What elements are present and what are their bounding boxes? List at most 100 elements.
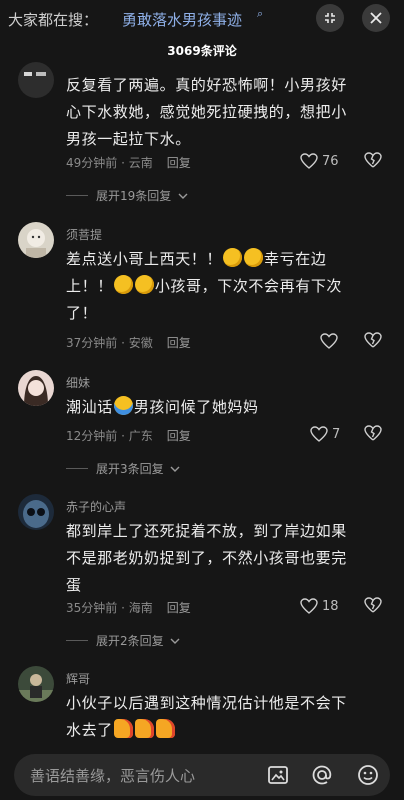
thumbs-up-emoji-icon [113,719,133,738]
comment-time-location: 37分钟前 · 安徽 [66,336,153,350]
top-bar: 大家都在搜： 勇敢落水男孩事迹 ⌕ [0,0,404,38]
comment-count: 3069条评论 [167,44,237,58]
expand-replies-label: 展开19条回复 [96,189,172,203]
comment-fragment: 幸亏在边 [264,250,327,268]
username[interactable]: 辉哥 [66,670,90,687]
comment-text: 潮汕话 男孩问候了她妈妈 [66,394,384,421]
mention-button[interactable] [310,763,334,787]
avatar[interactable] [18,494,54,530]
comment-fragment: 差点送小哥上西天！！ [66,250,223,268]
expand-replies-button[interactable]: 展开3条回复 [66,460,180,477]
chevron-down-icon [170,466,180,472]
thinking-emoji-icon [134,275,154,294]
avatar[interactable] [18,222,54,258]
comment-time-location: 49分钟前 · 云南 [66,156,153,170]
chevron-down-icon [170,638,180,644]
comment-text: 小伙子以后遇到这种情况估计他是不会下 水去了 [66,690,384,744]
broken-heart-icon [364,597,382,613]
username[interactable]: 赤子的心声 [66,498,126,515]
comment-meta: 49分钟前 · 云南 回复 [66,154,191,171]
comment-line: 水去了 [66,717,384,744]
comment-text: 差点送小哥上西天！！ 幸亏在边 上！！ 小孩哥，下次不会再有下次 了！ [66,246,384,327]
expand-replies-label: 展开3条回复 [96,462,164,476]
comment-line: 蛋 [66,576,82,594]
comment-input[interactable]: 善语结善缘，恶言伤人心 [14,754,390,796]
like-button[interactable]: 7 [310,424,370,446]
username[interactable]: 细妹 [66,374,90,391]
at-icon [312,765,332,785]
dislike-button[interactable] [364,152,384,172]
avatar[interactable] [18,62,54,98]
thinking-emoji-icon [244,248,264,267]
comment-meta: 35分钟前 · 海南 回复 [66,599,191,616]
dislike-button[interactable] [364,425,384,445]
expand-replies-button[interactable]: 展开19条回复 [66,187,188,204]
expand-replies-button[interactable]: 展开2条回复 [66,632,180,649]
comment-fragment: 上！！ [66,277,113,295]
comment-line: 不是那老奶奶捉到了，不然小孩哥也要完 [66,549,347,567]
comment-meta: 37分钟前 · 安徽 回复 [66,334,191,351]
image-icon [268,766,288,784]
image-button[interactable] [266,763,290,787]
emoji-icon [358,765,378,785]
divider [66,468,88,469]
thinking-emoji-icon [223,248,243,267]
divider [66,195,88,196]
comment-input-bar: 善语结善缘，恶言伤人心 [0,748,404,800]
expand-replies-label: 展开2条回复 [96,634,164,648]
like-count: 7 [332,427,341,442]
chevron-down-icon [178,193,188,199]
emoji-button[interactable] [356,763,380,787]
broken-heart-icon [364,425,382,441]
comment-text: 反复看了两遍。真的好恐怖啊！小男孩好 心下水救她，感觉她死拉硬拽的，想把小 男孩… [66,72,384,153]
comment-time-location: 12分钟前 · 广东 [66,429,153,443]
comment-text: 都到岸上了还死捉着不放，到了岸边如果 不是那老奶奶捉到了，不然小孩哥也要完 蛋 [66,518,384,599]
heart-icon [320,333,338,349]
dislike-button[interactable] [364,597,384,617]
like-button[interactable]: 76 [300,151,360,173]
search-icon: ⌕ [257,7,264,20]
thumbs-up-emoji-icon [134,719,154,738]
like-count: 76 [322,154,339,169]
comment-line: 反复看了两遍。真的好恐怖啊！小男孩好 [66,76,347,94]
like-count: 18 [322,599,339,614]
comment-fragment: 水去了 [66,721,113,739]
comment-line: 小伙子以后遇到这种情况估计他是不会下 [66,694,347,712]
comment-line: 了！ [66,304,98,322]
minimize-button[interactable] [316,4,344,32]
thumbs-up-emoji-icon [155,719,175,738]
dislike-button[interactable] [364,332,384,352]
reply-button[interactable]: 回复 [167,336,191,350]
avatar[interactable] [18,370,54,406]
reply-button[interactable]: 回复 [167,429,191,443]
avatar[interactable] [18,666,54,702]
thinking-emoji-icon [113,275,133,294]
comment-line: 都到岸上了还死捉着不放，到了岸边如果 [66,522,347,540]
comment-line: 男孩一起拉下水。 [66,130,191,148]
broken-heart-icon [364,332,382,348]
broken-heart-icon [364,152,382,168]
close-icon [370,12,382,24]
comment-input-placeholder: 善语结善缘，恶言伤人心 [30,767,196,785]
divider [66,640,88,641]
reply-button[interactable]: 回复 [167,601,191,615]
close-button[interactable] [362,4,390,32]
heart-icon [300,153,318,169]
comment-line: 上！！ 小孩哥，下次不会再有下次 [66,273,384,300]
heart-icon [300,598,318,614]
comment-fragment: 男孩问候了她妈妈 [133,398,259,416]
comment-line: 潮汕话 男孩问候了她妈妈 [66,394,384,421]
reply-button[interactable]: 回复 [167,156,191,170]
comment-line: 差点送小哥上西天！！ 幸亏在边 [66,246,384,273]
comment-meta: 12分钟前 · 广东 回复 [66,427,191,444]
username[interactable]: 须菩提 [66,226,102,243]
comment-fragment: 小孩哥，下次不会再有下次 [154,277,343,295]
trending-search-link[interactable]: 勇敢落水男孩事迹 [122,9,242,30]
comment-line: 心下水救她，感觉她死拉硬拽的，想把小 [66,103,347,121]
comment-time-location: 35分钟前 · 海南 [66,601,153,615]
minimize-icon [325,13,335,23]
crying-emoji-icon [113,396,133,415]
like-button[interactable]: 18 [300,596,360,618]
comment-fragment: 潮汕话 [66,398,113,416]
heart-icon [310,426,328,442]
